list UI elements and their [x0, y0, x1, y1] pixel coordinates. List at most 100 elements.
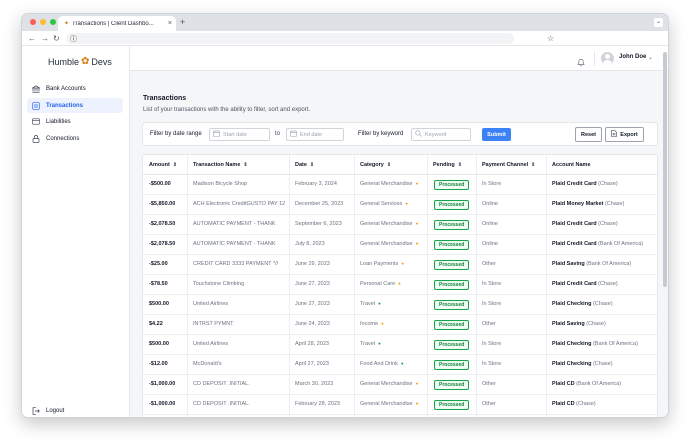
payment-channel-cell: In Store	[482, 301, 502, 307]
column-header-account-name: Account Name	[552, 162, 591, 168]
sidebar-item-liabilities[interactable]: Liabilities	[27, 114, 123, 129]
chevron-down-icon[interactable]: ⌄	[648, 54, 653, 61]
brand-text-humble: Humble	[48, 56, 80, 67]
status-badge: Processed	[434, 300, 470, 310]
amount-cell: -$25.00	[149, 261, 168, 267]
account-name: Plaid Saving	[552, 261, 585, 267]
table-row[interactable]: -$500.00United AirlinesJanuary 15, 2023T…	[143, 415, 657, 417]
sort-icon[interactable]: ⇕	[173, 162, 177, 168]
sort-icon[interactable]: ⇕	[458, 162, 462, 168]
payment-channel-cell: Online	[482, 221, 498, 227]
tab-search-chevron-icon[interactable]: ⌄	[654, 18, 663, 27]
category-label: Travel	[360, 341, 376, 347]
avatar[interactable]	[601, 52, 614, 65]
bank-name: (Chase)	[598, 181, 618, 187]
minimize-window-button[interactable]	[40, 19, 46, 25]
amount-cell: -$500.00	[149, 181, 171, 187]
category-dot-icon: ●	[415, 221, 419, 226]
sort-icon[interactable]: ⇕	[387, 162, 391, 168]
close-tab-icon[interactable]: ×	[168, 20, 176, 27]
column-header-transaction-name[interactable]: Transaction Name ⇕	[193, 162, 248, 168]
amount-cell: -$78.50	[149, 281, 168, 287]
scrollbar[interactable]	[663, 52, 667, 287]
category-dot-icon: ●	[378, 341, 381, 346]
address-bar[interactable]: ⓘ ☆	[66, 33, 554, 44]
brand-text-devs: Devs	[91, 56, 112, 67]
bookmark-star-icon[interactable]: ☆	[547, 34, 554, 43]
amount-cell: -$1,000.00	[149, 401, 176, 407]
table-row[interactable]: -$25.00 CREDIT CARD 3333 PAYMENT *// June …	[143, 255, 657, 275]
reload-icon[interactable]: ↻	[53, 34, 60, 43]
transaction-name-cell: AUTOMATIC PAYMENT - THANK	[193, 221, 276, 227]
close-window-button[interactable]	[30, 19, 36, 25]
sort-icon[interactable]: ⇕	[531, 162, 535, 168]
table-row[interactable]: -$2,078.50 AUTOMATIC PAYMENT - THANK Septe…	[143, 215, 657, 235]
transaction-name-cell: AUTOMATIC PAYMENT - THANK	[193, 241, 276, 247]
sidebar-item-bank-accounts[interactable]: Bank Accounts	[27, 81, 123, 96]
start-date-input[interactable]: Start date	[209, 128, 270, 141]
payment-channel-cell: Other	[482, 381, 496, 387]
export-button[interactable]: Export	[605, 127, 644, 142]
column-header-payment-channel[interactable]: Payment Channel ⇕	[482, 162, 535, 168]
account-name-cell: Plaid Checking (Chase)	[552, 361, 613, 367]
back-arrow-icon[interactable]: ←	[28, 34, 36, 43]
browser-tab[interactable]: ✦ Transactions | Client Dashbo... ×	[58, 16, 176, 31]
category-dot-icon: ●	[405, 201, 408, 206]
bank-name: (Chase)	[598, 221, 618, 227]
logout-button[interactable]: Logout	[27, 403, 123, 417]
table-row[interactable]: $500.00 United Airlines June 27, 2023 Trave…	[143, 295, 657, 315]
bell-icon[interactable]	[577, 54, 585, 72]
forward-arrow-icon[interactable]: →	[41, 34, 49, 43]
user-name[interactable]: John Doe	[619, 54, 646, 60]
status-badge: Processed	[434, 320, 470, 330]
zoom-window-button[interactable]	[50, 19, 56, 25]
submit-button[interactable]: Submit	[482, 128, 511, 141]
sidebar-item-connections[interactable]: Connections	[27, 131, 123, 146]
column-header-category[interactable]: Category ⇕	[360, 162, 391, 168]
table-row[interactable]: -$1,000.00 CD DEPOSIT .INITIAL. March 30, …	[143, 375, 657, 395]
export-label: Export	[620, 131, 638, 138]
table-row[interactable]: -$78.50 Touchstone Climbing June 27, 2023 P…	[143, 275, 657, 295]
status-badge: Processed	[434, 380, 470, 390]
column-header-amount[interactable]: Amount ⇕	[149, 162, 177, 168]
table-row[interactable]: -$12.00 McDonald's April 27, 2023 Food And …	[143, 355, 657, 375]
category-dot-icon: ●	[398, 281, 401, 286]
table-row[interactable]: -$1,000.00 CD DEPOSIT .INITIAL. February 2…	[143, 395, 657, 415]
sort-icon[interactable]: ⇕	[243, 162, 247, 168]
table-row[interactable]: -$500.00 Madison Bicycle Shop February 3, …	[143, 175, 657, 195]
column-header-date[interactable]: Date ⇕	[295, 162, 314, 168]
site-info-icon[interactable]: ⓘ	[70, 34, 77, 44]
payment-channel-cell: In Store	[482, 341, 502, 347]
payment-channel-cell: Online	[482, 241, 498, 247]
reset-button[interactable]: Reset	[575, 127, 602, 142]
status-badge: Processed	[434, 400, 470, 410]
sidebar: Humble ✿ Devs Bank Accounts Transactions…	[22, 46, 130, 417]
page-subtitle: List of your transactions with the abili…	[143, 107, 311, 113]
amount-cell: $500.00	[149, 341, 169, 347]
table-row[interactable]: $4.22 INTRST PYMNT June 24, 2023 Income ● Pro…	[143, 315, 657, 335]
account-name: Plaid Credit Card	[552, 221, 597, 227]
bank-name: (Chase)	[592, 361, 613, 367]
table-row[interactable]: $500.00 United Airlines April 28, 2023 Trav…	[143, 335, 657, 355]
keyword-input[interactable]: Keyword	[411, 128, 471, 141]
page-title: Transactions	[143, 95, 187, 102]
sort-icon[interactable]: ⇕	[310, 162, 314, 168]
bank-name: (Bank Of America)	[576, 381, 622, 387]
top-header: John Doe ⌄	[130, 46, 668, 72]
column-header-pending[interactable]: Pending ⇕	[433, 162, 462, 168]
brand-logo[interactable]: Humble ✿ Devs	[48, 56, 112, 67]
sidebar-item-label: Connections	[46, 135, 80, 142]
account-name: Plaid Checking	[552, 361, 592, 367]
payment-channel-cell: Online	[482, 201, 498, 207]
end-date-input[interactable]: End date	[286, 128, 344, 141]
date-cell: April 28, 2023	[295, 341, 329, 347]
amount-cell: -$2,078.50	[149, 241, 176, 247]
date-cell: February 3, 2024	[295, 181, 337, 187]
table-row[interactable]: -$2,078.50 AUTOMATIC PAYMENT - THANK July …	[143, 235, 657, 255]
category-cell: General Merchandise ●	[360, 381, 418, 387]
status-badge: Processed	[434, 240, 470, 250]
new-tab-button[interactable]: +	[180, 17, 185, 27]
table-row[interactable]: -$5,850.00 ACH Electronic CreditGUSTO PAY…	[143, 195, 657, 215]
sidebar-item-transactions[interactable]: Transactions	[27, 98, 123, 113]
keyword-label: Filter by keyword	[358, 131, 404, 137]
